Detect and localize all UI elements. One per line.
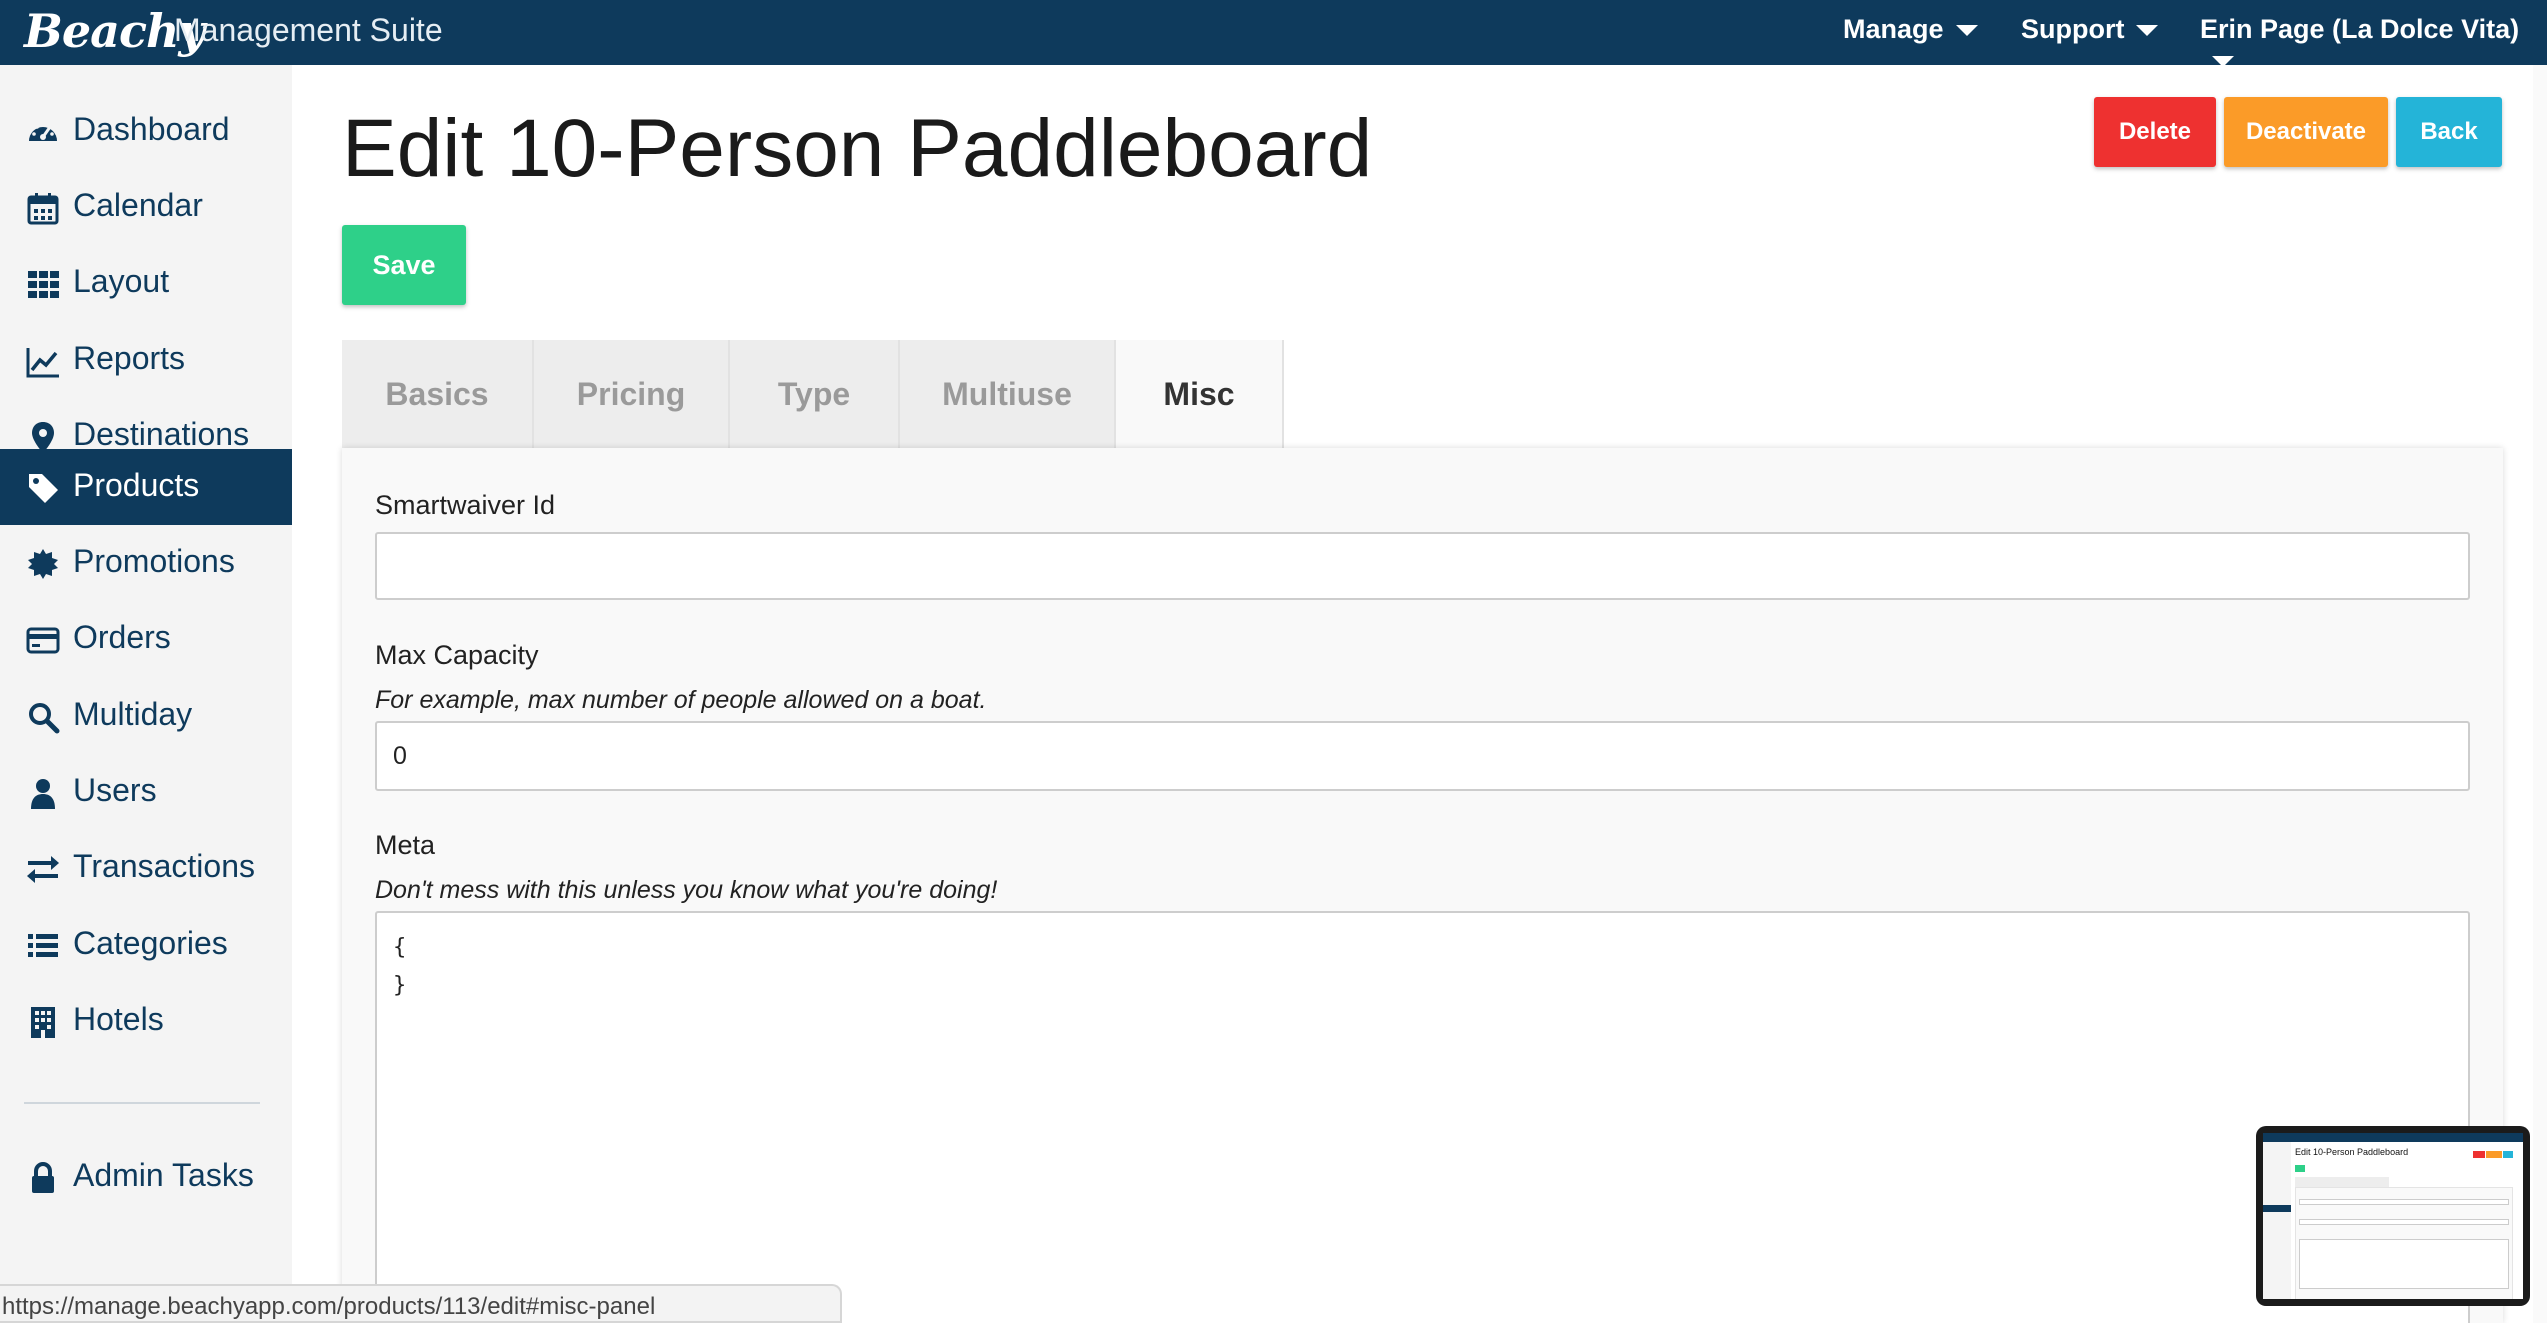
- sidebar-item-label: Users: [73, 772, 157, 808]
- user-menu[interactable]: Erin Page (La Dolce Vita): [2200, 14, 2547, 76]
- manage-menu-label: Manage: [1843, 14, 1944, 44]
- chevron-down-icon: [2136, 25, 2159, 37]
- sidebar-item-orders[interactable]: Orders: [0, 601, 292, 677]
- thumbnail-input: [2299, 1199, 2509, 1205]
- lock-icon: [32, 1162, 54, 1193]
- chevron-down-icon: [1955, 25, 1978, 37]
- thumbnail-textarea: [2299, 1239, 2509, 1289]
- dashboard-icon: [29, 122, 57, 141]
- grid-icon: [28, 271, 59, 298]
- thumbnail-deactivate: [2486, 1151, 2502, 1158]
- thumbnail-input: [2299, 1219, 2509, 1225]
- thumbnail-back: [2503, 1151, 2513, 1158]
- tag-icon: [29, 474, 58, 503]
- sidebar-item-label: Categories: [73, 925, 228, 961]
- support-menu-label: Support: [2021, 14, 2125, 44]
- thumbnail-sidebar: [2263, 1142, 2291, 1299]
- thumbnail-save: [2295, 1165, 2305, 1172]
- thumbnail-topbar: [2263, 1133, 2523, 1142]
- sidebar-item-label: Reports: [73, 340, 186, 376]
- thumbnail-screen: Edit 10-Person Paddleboard: [2263, 1133, 2523, 1299]
- page-title: Edit 10-Person Paddleboard: [342, 103, 1373, 194]
- sidebar-item-products[interactable]: Products: [0, 449, 292, 525]
- sidebar-item-label: Hotels: [73, 1001, 164, 1037]
- sidebar-item-label: Destinations: [73, 416, 250, 452]
- max-capacity-field[interactable]: [375, 721, 2470, 791]
- save-button[interactable]: Save: [342, 225, 466, 305]
- credit-card-icon: [26, 627, 60, 654]
- page-scrollbar[interactable]: [2533, 65, 2547, 1323]
- tab-type[interactable]: Type: [730, 340, 900, 448]
- max-capacity-hint: For example, max number of people allowe…: [375, 686, 987, 714]
- screenshot-thumbnail[interactable]: Edit 10-Person Paddleboard: [2256, 1126, 2530, 1306]
- sidebar-item-label: Multiday: [73, 696, 193, 732]
- building-icon: [31, 1007, 55, 1038]
- sidebar-item-label: Dashboard: [73, 111, 230, 147]
- delete-button[interactable]: Delete: [2094, 97, 2216, 167]
- smartwaiver-id-field[interactable]: [375, 532, 2470, 600]
- tab-pricing[interactable]: Pricing: [534, 340, 730, 448]
- status-url-bar: https://manage.beachyapp.com/products/11…: [0, 1284, 842, 1323]
- meta-label: Meta: [375, 830, 436, 860]
- sidebar-divider: [24, 1102, 260, 1104]
- top-navbar: Beachy Management Suite Manage Support E…: [0, 0, 2547, 68]
- max-capacity-label: Max Capacity: [375, 640, 539, 670]
- user-menu-label: Erin Page (La Dolce Vita): [2200, 14, 2520, 44]
- suite-title: Management Suite: [174, 12, 443, 48]
- tab-multiuse[interactable]: Multiuse: [900, 340, 1116, 448]
- sidebar-item-label: Layout: [73, 263, 170, 299]
- thumbnail-tabs: [2295, 1177, 2389, 1187]
- sidebar-item-promotions[interactable]: Promotions: [0, 525, 292, 601]
- search-icon: [29, 703, 60, 734]
- meta-textarea[interactable]: { }: [375, 911, 2470, 1323]
- tab-misc[interactable]: Misc: [1116, 340, 1284, 448]
- sidebar-item-label: Transactions: [73, 848, 255, 884]
- sidebar-item-categories[interactable]: Categories: [0, 907, 292, 983]
- chevron-down-icon: [2212, 56, 2234, 68]
- support-menu[interactable]: Support: [2021, 14, 2159, 45]
- misc-panel: Smartwaiver Id Max Capacity For example,…: [342, 448, 2503, 1323]
- exchange-icon: [27, 856, 59, 883]
- sidebar-item-label: Products: [73, 467, 200, 503]
- sidebar-item-transactions[interactable]: Transactions: [0, 830, 292, 906]
- sidebar-item-hotels[interactable]: Hotels: [0, 983, 292, 1059]
- smartwaiver-label: Smartwaiver Id: [375, 490, 556, 520]
- sidebar-item-dashboard[interactable]: Dashboard: [0, 93, 292, 169]
- sidebar-item-multiday[interactable]: Multiday: [0, 678, 292, 754]
- list-icon: [28, 934, 58, 957]
- sidebar-item-label: Admin Tasks: [73, 1157, 254, 1193]
- line-chart-icon: [26, 348, 59, 378]
- sidebar-item-calendar[interactable]: Calendar: [0, 169, 292, 245]
- thumbnail-sidebar-active: [2263, 1205, 2291, 1212]
- tab-basics[interactable]: Basics: [342, 340, 534, 448]
- deactivate-button[interactable]: Deactivate: [2224, 97, 2388, 167]
- sidebar-item-users[interactable]: Users: [0, 754, 292, 830]
- back-button[interactable]: Back: [2396, 97, 2502, 167]
- sidebar-item-reports[interactable]: Reports: [0, 322, 292, 398]
- sidebar-item-label: Orders: [73, 619, 171, 655]
- manage-menu[interactable]: Manage: [1843, 14, 1978, 45]
- calendar-icon: [27, 193, 59, 225]
- user-icon: [31, 779, 55, 809]
- sidebar-item-label: Promotions: [73, 543, 235, 579]
- sidebar-item-label: Calendar: [73, 187, 203, 223]
- sidebar-item-admin-tasks[interactable]: Admin Tasks: [0, 1139, 292, 1215]
- sidebar-item-layout[interactable]: Layout: [0, 245, 292, 321]
- thumbnail-title: Edit 10-Person Paddleboard: [2295, 1147, 2409, 1157]
- meta-hint: Don't mess with this unless you know wha…: [375, 876, 998, 904]
- thumbnail-delete: [2473, 1151, 2485, 1158]
- badge-icon: [28, 549, 58, 579]
- sidebar: Dashboard Calendar Layout Reports Destin…: [0, 65, 292, 1323]
